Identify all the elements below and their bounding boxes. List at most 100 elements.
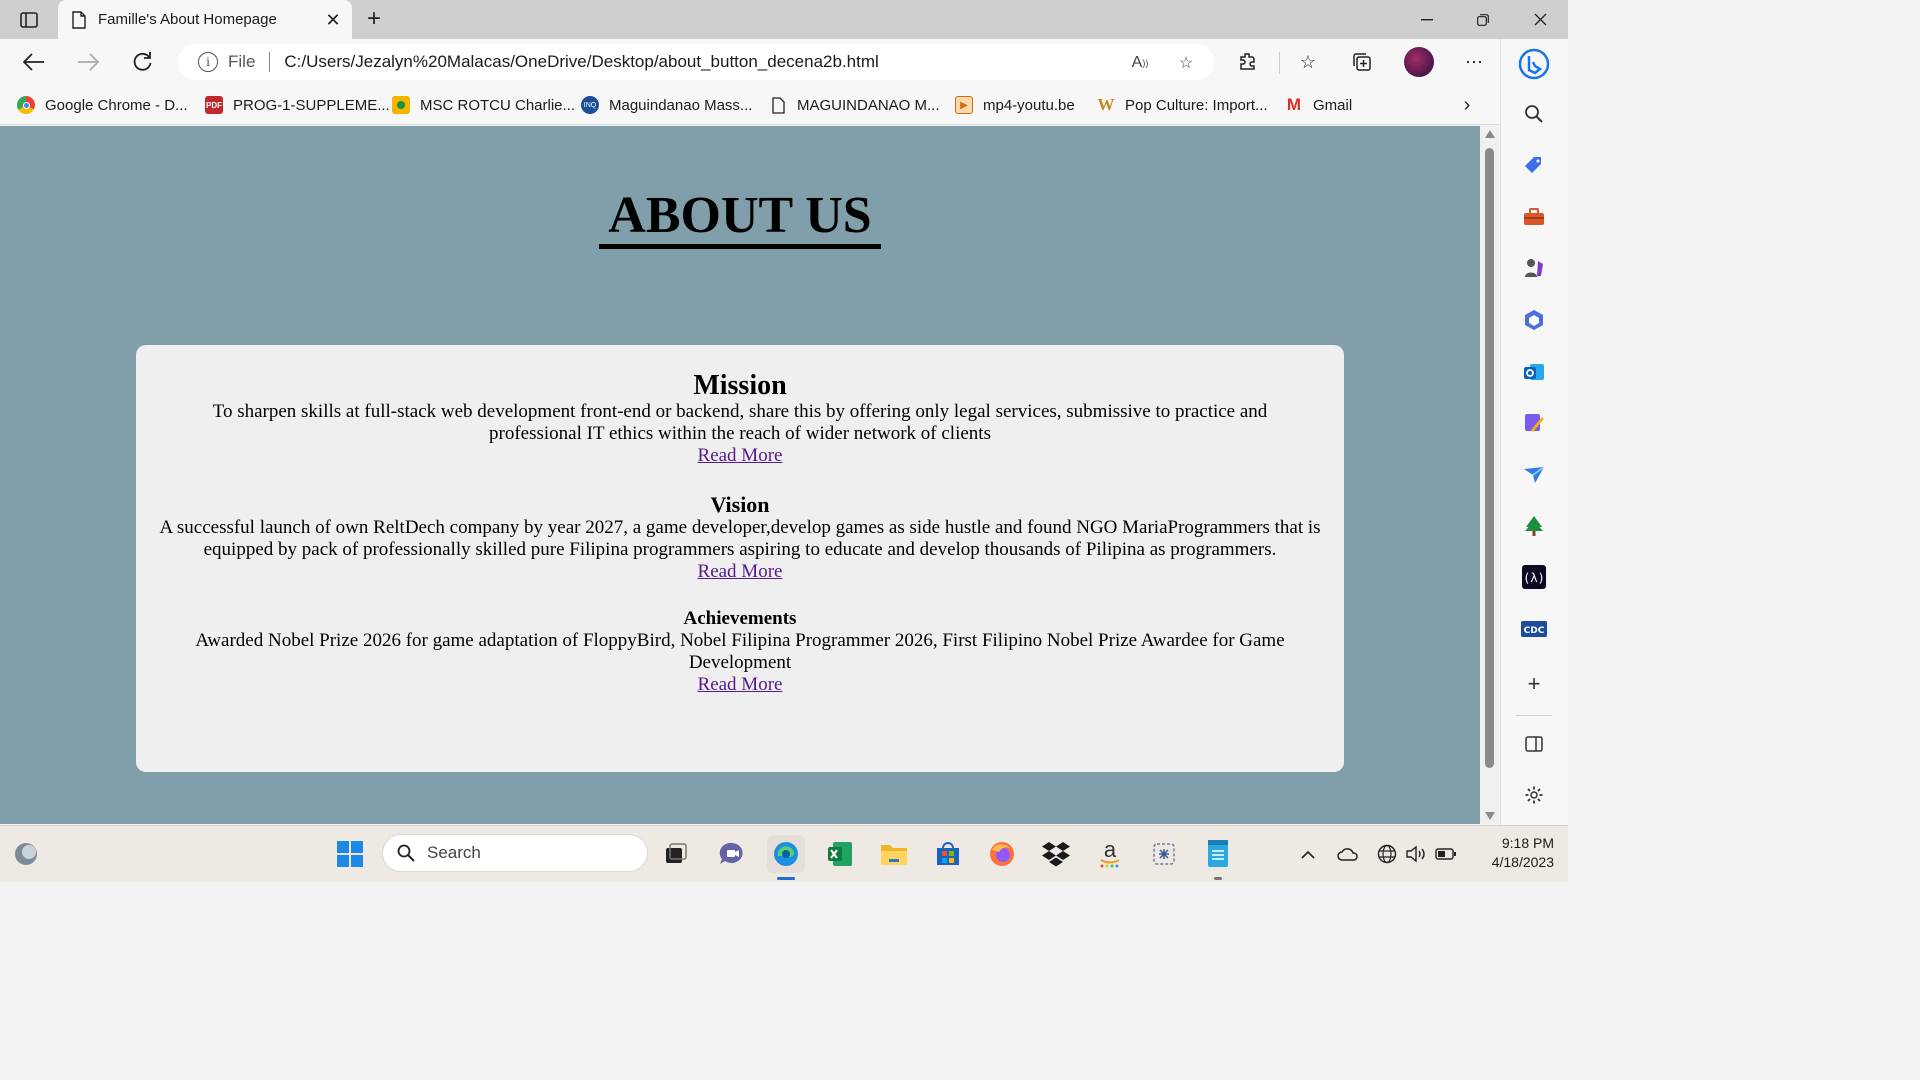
classroom-icon	[392, 96, 410, 114]
active-app-indicator	[777, 877, 795, 880]
read-aloud-icon[interactable]: A))	[1128, 52, 1152, 74]
favorite-item[interactable]: MSC ROTCU Charlie...	[392, 93, 575, 117]
favorite-item[interactable]: W Pop Culture: Import...	[1097, 93, 1268, 117]
outlook-icon[interactable]	[1519, 357, 1549, 387]
favorite-label: Google Chrome - D...	[45, 96, 188, 114]
task-view-icon[interactable]	[657, 835, 695, 873]
video-icon: ▶	[955, 96, 973, 114]
chevron-right-icon[interactable]: ›	[1455, 93, 1479, 117]
edge-taskbar-icon[interactable]	[767, 835, 805, 873]
volume-icon[interactable]	[1404, 842, 1428, 866]
notepad-icon[interactable]	[1199, 835, 1237, 873]
minimize-button[interactable]	[1399, 0, 1455, 39]
tab-actions-button[interactable]	[12, 6, 46, 34]
excel-icon[interactable]	[821, 835, 859, 873]
tools-icon[interactable]	[1519, 202, 1549, 232]
shopping-tag-icon[interactable]	[1519, 150, 1549, 180]
microsoft-store-icon[interactable]	[929, 835, 967, 873]
back-button[interactable]	[18, 46, 50, 78]
freecodecamp-icon[interactable]: (λ)	[1519, 562, 1549, 592]
wikipedia-icon: W	[1097, 95, 1115, 114]
scroll-down-arrow-icon[interactable]	[1485, 812, 1495, 820]
chevron-up-icon[interactable]	[1296, 842, 1320, 866]
clock-date: 4/18/2023	[1491, 854, 1554, 870]
site-info-icon[interactable]: i	[198, 52, 218, 72]
svg-text:(λ): (λ)	[1523, 571, 1545, 585]
gear-icon[interactable]	[1519, 780, 1549, 810]
taskbar-clock[interactable]: 9:18 PM 4/18/2023	[1472, 834, 1554, 872]
hide-sidebar-icon[interactable]	[1519, 729, 1549, 759]
forward-button[interactable]	[72, 46, 104, 78]
bing-chat-icon[interactable]	[1514, 44, 1554, 84]
svg-text:CDC: CDC	[1524, 626, 1545, 636]
scroll-thumb[interactable]	[1485, 148, 1494, 768]
games-icon[interactable]	[1519, 253, 1549, 283]
amazon-icon[interactable]: a	[1091, 835, 1129, 873]
achievements-heading: Achievements	[683, 608, 797, 629]
favorite-item[interactable]: ▶ mp4-youtu.be	[955, 93, 1075, 117]
microsoft-365-icon[interactable]	[1519, 305, 1549, 335]
gmail-icon: M	[1286, 95, 1302, 114]
favorite-label: mp4-youtu.be	[983, 96, 1075, 114]
close-window-button[interactable]	[1512, 0, 1568, 39]
about-card: Mission To sharpen skills at full-stack …	[136, 345, 1344, 772]
network-globe-icon[interactable]	[1375, 842, 1399, 866]
add-sidebar-app-icon[interactable]: +	[1519, 669, 1549, 699]
extensions-icon[interactable]	[1234, 48, 1262, 76]
onedrive-cloud-icon[interactable]	[1336, 842, 1360, 866]
active-tab[interactable]: Famille's About Homepage ✕	[58, 0, 352, 39]
address-bar[interactable]: i File C:/Users/Jezalyn%20Malacas/OneDri…	[178, 44, 1214, 80]
designer-icon[interactable]	[1519, 408, 1549, 438]
tab-strip: Famille's About Homepage ✕ +	[0, 0, 1568, 39]
favorite-item[interactable]: M Gmail	[1285, 93, 1352, 117]
firefox-icon[interactable]	[983, 835, 1021, 873]
collections-icon[interactable]	[1348, 48, 1376, 76]
page-viewport: ABOUT US Mission To sharpen skills at fu…	[0, 126, 1480, 824]
settings-more-icon[interactable]: ⋯	[1460, 48, 1488, 76]
mission-heading: Mission	[693, 370, 787, 401]
search-icon[interactable]	[1519, 99, 1549, 129]
tab-actions-icon	[20, 12, 38, 28]
vision-read-more-link[interactable]: Read More	[698, 561, 783, 583]
favorite-label: Gmail	[1313, 96, 1353, 114]
title-underline	[599, 244, 881, 249]
favorite-label: MAGUINDANAO M...	[797, 96, 940, 114]
page-title: ABOUT US	[608, 187, 872, 244]
restore-icon	[1477, 13, 1489, 26]
close-tab-button[interactable]: ✕	[322, 9, 344, 31]
scroll-up-arrow-icon[interactable]	[1485, 130, 1495, 138]
teams-chat-icon[interactable]	[713, 835, 751, 873]
url-text[interactable]: C:/Users/Jezalyn%20Malacas/OneDrive/Desk…	[284, 52, 878, 72]
mission-read-more-link[interactable]: Read More	[698, 445, 783, 467]
profile-avatar[interactable]	[1404, 47, 1434, 77]
file-explorer-icon[interactable]	[875, 835, 913, 873]
favorites-bar: Google Chrome - D... PDF PROG-1-SUPPLEME…	[0, 85, 1500, 125]
back-arrow-icon	[23, 53, 44, 71]
taskbar-search-box[interactable]: Search	[382, 834, 648, 872]
favorite-item[interactable]: Google Chrome - D...	[17, 93, 188, 117]
restore-button[interactable]	[1455, 0, 1511, 39]
achievements-read-more-link[interactable]: Read More	[698, 674, 783, 696]
snipping-tool-icon[interactable]	[1145, 835, 1183, 873]
favorite-item[interactable]: MAGUINDANAO M...	[769, 93, 940, 117]
forward-arrow-icon	[78, 53, 99, 71]
battery-icon[interactable]	[1434, 842, 1458, 866]
page-scrollbar[interactable]	[1480, 126, 1500, 824]
weather-widget-icon[interactable]	[8, 835, 46, 873]
favorite-item[interactable]: PDF PROG-1-SUPPLEME...	[205, 93, 390, 117]
cdc-icon[interactable]: CDC	[1519, 614, 1549, 644]
favorite-item[interactable]: INQ Maguindanao Mass...	[581, 93, 752, 117]
add-favorite-icon[interactable]: ☆	[1174, 52, 1198, 74]
dropbox-icon[interactable]	[1037, 835, 1075, 873]
document-icon	[769, 96, 787, 114]
mission-section: Mission To sharpen skills at full-stack …	[136, 345, 1344, 467]
achievements-text: Awarded Nobel Prize 2026 for game adapta…	[195, 630, 1285, 673]
favorites-icon[interactable]: ☆	[1294, 48, 1322, 76]
start-button[interactable]	[331, 835, 369, 873]
refresh-button[interactable]	[126, 46, 158, 78]
running-app-indicator	[1214, 877, 1222, 880]
tree-icon[interactable]	[1519, 511, 1549, 541]
new-tab-button[interactable]: +	[360, 5, 388, 33]
favorite-label: PROG-1-SUPPLEME...	[233, 96, 390, 114]
send-icon[interactable]	[1519, 460, 1549, 490]
